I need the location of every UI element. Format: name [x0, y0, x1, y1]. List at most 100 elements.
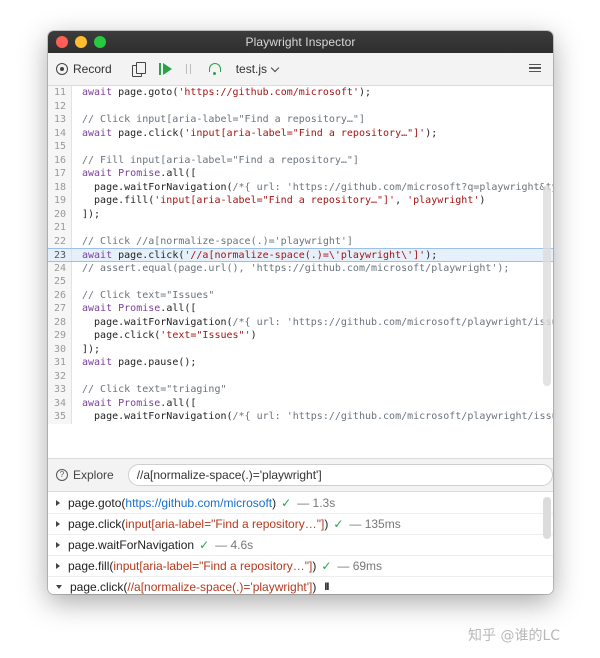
log-close-paren: ) — [312, 580, 317, 594]
line-number[interactable]: 26 — [48, 288, 72, 302]
expand-right-icon[interactable] — [56, 563, 60, 569]
code-line: 16 // Fill input[aria-label="Find a repos… — [48, 153, 553, 167]
code-line: 12 — [48, 99, 553, 113]
title-bar: Playwright Inspector — [48, 31, 553, 53]
pause-icon[interactable] — [184, 63, 194, 75]
inspector-window: Playwright Inspector Record test.js 11 aw… — [48, 31, 553, 594]
code-text: ]); — [82, 208, 101, 220]
line-number[interactable]: 27 — [48, 302, 72, 316]
line-number[interactable]: 28 — [48, 315, 72, 329]
line-number[interactable]: 14 — [48, 126, 72, 140]
checkmark-icon: ✓ — [321, 559, 332, 573]
close-window-button[interactable] — [56, 36, 68, 48]
expand-right-icon[interactable] — [56, 500, 60, 506]
log-entry[interactable]: page.waitForNavigation ✓ — 4.6s — [48, 535, 553, 556]
log-entry[interactable]: page.fill(input[aria-label="Find a repos… — [48, 556, 553, 577]
explore-label: Explore — [73, 468, 114, 482]
code-line: 14 await page.click('input[aria-label="Fi… — [48, 126, 553, 140]
expand-down-icon[interactable] — [56, 585, 62, 589]
checkmark-icon: ✓ — [199, 538, 210, 552]
code-line: 27 await Promise.all([ — [48, 302, 553, 316]
line-number[interactable]: 22 — [48, 234, 72, 248]
line-number[interactable]: 33 — [48, 383, 72, 397]
file-select[interactable]: test.js — [236, 62, 280, 76]
code-text: await Promise.all([ — [82, 397, 197, 409]
line-number[interactable]: 35 — [48, 410, 72, 424]
record-icon — [56, 63, 68, 75]
resume-icon[interactable] — [158, 62, 172, 76]
wrap-lines-icon[interactable] — [529, 64, 541, 74]
help-icon[interactable]: ? — [56, 469, 68, 481]
code-line: 31 await page.pause(); — [48, 356, 553, 370]
line-number[interactable]: 17 — [48, 167, 72, 181]
log-duration: — 4.6s — [215, 538, 254, 552]
code-text: page.fill('input[aria-label="Find a repo… — [82, 195, 486, 206]
line-number[interactable]: 12 — [48, 99, 72, 113]
code-line: 23 await page.click('//a[normalize-space(… — [48, 248, 553, 262]
code-text: page.waitForNavigation(/*{ url: 'https:/… — [82, 181, 553, 193]
code-text: await Promise.all([ — [82, 168, 197, 179]
code-text: await Promise.all([ — [82, 303, 197, 314]
code-line: 20]); — [48, 207, 553, 221]
line-number[interactable]: 20 — [48, 207, 72, 221]
toolbar: Record test.js — [48, 53, 553, 86]
step-over-icon[interactable] — [208, 62, 222, 76]
code-line: 17 await Promise.all([ — [48, 167, 553, 181]
line-number[interactable]: 13 — [48, 113, 72, 127]
log-close-paren: ) — [324, 517, 329, 531]
code-text: ]); — [82, 343, 101, 355]
zoom-window-button[interactable] — [94, 36, 106, 48]
log-selector: https://github.com/microsoft — [125, 496, 273, 510]
log-selector: input[aria-label="Find a repository…"] — [125, 517, 325, 531]
code-text: page.waitForNavigation(/*{ url: 'https:/… — [82, 411, 553, 422]
expand-right-icon[interactable] — [56, 542, 60, 548]
log-selector: //a[normalize-space(.)='playwright'] — [127, 580, 313, 594]
paused-icon: II — [324, 581, 329, 593]
line-number[interactable]: 11 — [48, 86, 72, 100]
editor-scrollbar[interactable] — [543, 186, 551, 386]
line-number[interactable]: 30 — [48, 342, 72, 356]
minimize-window-button[interactable] — [75, 36, 87, 48]
code-line: 22 // Click //a[normalize-space(.)='playw… — [48, 234, 553, 248]
line-number[interactable]: 18 — [48, 180, 72, 194]
log-entry[interactable]: page.click(input[aria-label="Find a repo… — [48, 514, 553, 535]
log-method: page.goto( — [68, 496, 126, 510]
checkmark-icon: ✓ — [281, 496, 292, 510]
code-line: 29 page.click('text="Issues"') — [48, 329, 553, 343]
line-number[interactable]: 19 — [48, 194, 72, 208]
code-text: // Click //a[normalize-space(.)='playwri… — [82, 235, 353, 247]
line-number[interactable]: 16 — [48, 153, 72, 167]
log-close-paren: ) — [272, 496, 277, 510]
line-number[interactable]: 34 — [48, 396, 72, 410]
code-text: // Click text="triaging" — [82, 384, 227, 395]
checkmark-icon: ✓ — [333, 517, 344, 531]
window-title: Playwright Inspector — [245, 35, 356, 49]
line-number[interactable]: 24 — [48, 261, 72, 275]
log-method: page.click( — [70, 580, 128, 594]
code-text: await page.goto('https://github.com/micr… — [82, 87, 372, 98]
explore-selector-input[interactable] — [127, 464, 553, 486]
code-line: 28 page.waitForNavigation(/*{ url: 'http… — [48, 315, 553, 329]
line-number[interactable]: 25 — [48, 275, 72, 289]
log-entry[interactable]: page.click(//a[normalize-space(.)='playw… — [48, 577, 553, 594]
line-number[interactable]: 32 — [48, 369, 72, 383]
log-duration: — 135ms — [349, 517, 401, 531]
code-editor[interactable]: 11 await page.goto('https://github.com/mi… — [48, 86, 553, 458]
log-scrollbar[interactable] — [543, 497, 551, 539]
code-line: 19 page.fill('input[aria-label="Find a r… — [48, 194, 553, 208]
expand-right-icon[interactable] — [56, 521, 60, 527]
record-button[interactable]: Record — [56, 62, 112, 76]
line-number[interactable]: 29 — [48, 329, 72, 343]
call-log: page.goto(https://github.com/microsoft) ✓… — [48, 493, 553, 594]
log-method: page.fill( — [68, 559, 114, 573]
line-number[interactable]: 15 — [48, 140, 72, 154]
log-selector: input[aria-label="Find a repository…"] — [113, 559, 313, 573]
line-number[interactable]: 31 — [48, 356, 72, 370]
log-method: page.click( — [68, 517, 126, 531]
log-entry[interactable]: page.goto(https://github.com/microsoft) ✓… — [48, 493, 553, 514]
line-number[interactable]: 21 — [48, 221, 72, 235]
line-number[interactable]: 23 — [48, 249, 72, 261]
copy-icon[interactable] — [131, 62, 146, 77]
